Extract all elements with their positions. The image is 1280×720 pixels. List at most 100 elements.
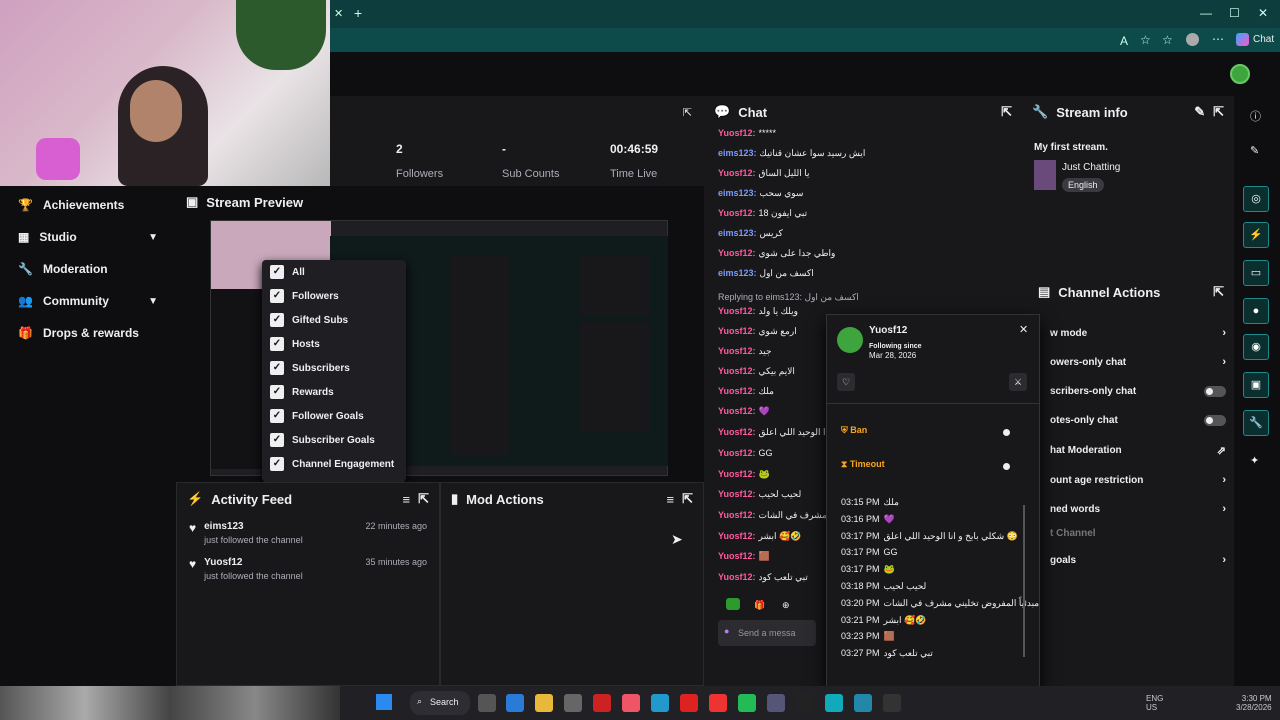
popout-icon[interactable]: ⇱ [1001,104,1012,120]
edit-icon[interactable]: ✎ [1194,104,1205,120]
action-emotes-only[interactable]: otes-only chat [1050,415,1226,426]
filter-option-subscriber-goals[interactable]: ✓ Subscriber Goals [262,428,406,452]
popout-icon[interactable]: ⇱ [1213,284,1224,300]
chat-username[interactable]: Yuosf12: [718,551,756,561]
sidebar-item-moderation[interactable]: 🔧 Moderation [0,254,176,284]
globe-icon[interactable]: ⊕ [782,600,790,611]
read-aloud-icon[interactable]: A [1120,34,1128,48]
lightning-icon[interactable]: ⚡ [1243,222,1269,248]
chat-username[interactable]: eims123: [718,148,757,158]
whatsapp-icon[interactable] [738,694,756,712]
toggle-switch[interactable] [1204,386,1226,397]
popout-icon[interactable]: ⇱ [683,106,692,119]
info-icon[interactable]: ⓘ [1250,108,1261,124]
chat-username[interactable]: Yuosf12: [718,489,756,499]
tag-badge[interactable]: English [1062,178,1104,192]
chat-username[interactable]: Yuosf12: [718,427,756,437]
filter-option-rewards[interactable]: ✓ Rewards [262,380,406,404]
scrollbar[interactable] [1023,505,1025,657]
mic-icon[interactable]: ● [724,626,729,636]
folder-icon[interactable] [535,694,553,712]
close-tab-icon[interactable]: ✕ [334,7,343,20]
sidebar-item-community[interactable]: 👥 Community ▼ [0,286,176,316]
mod-button[interactable]: ⚔ [1009,373,1027,391]
avatar[interactable] [1230,64,1250,84]
chat-username[interactable]: Yuosf12: [718,406,756,416]
action-banned-words[interactable]: ned words › [1050,503,1226,515]
app-icon[interactable] [622,694,640,712]
chat-username[interactable]: eims123: [718,188,757,198]
camera-icon[interactable]: ▣ [1243,372,1269,398]
checkbox-checked-icon[interactable]: ✓ [270,433,284,447]
popout-icon[interactable]: ⇱ [418,491,429,507]
app-icon[interactable] [680,694,698,712]
action-goals[interactable]: goals › [1050,554,1226,566]
chat-username[interactable]: Yuosf12: [718,448,756,458]
chat-input[interactable]: ● Send a messa [718,620,816,646]
filter-option-channel-engagement[interactable]: ✓ Channel Engagement [262,452,406,476]
chat-username[interactable]: Yuosf12: [718,306,756,316]
filter-option-all[interactable]: ✓ All [262,260,406,284]
app-icon[interactable] [767,694,785,712]
chat-username[interactable]: Yuosf12: [718,469,756,479]
minimize-button[interactable]: — [1200,6,1212,20]
chat-username[interactable]: Yuosf12: [718,208,756,218]
action-subscribers-only[interactable]: scribers-only chat [1050,386,1226,397]
checkbox-checked-icon[interactable]: ✓ [270,289,284,303]
store-icon[interactable] [564,694,582,712]
chat-username[interactable]: Yuosf12: [718,168,756,178]
chat-username[interactable]: Yuosf12: [718,531,756,541]
chat-username[interactable]: Yuosf12: [718,128,756,138]
target-icon[interactable]: ◎ [1243,186,1269,212]
chat-username[interactable]: eims123: [718,268,757,278]
edge-icon[interactable] [825,694,843,712]
more-menu-icon[interactable]: ⋯ [1212,32,1224,46]
chat-username[interactable]: Yuosf12: [718,572,756,582]
action-slow-mode[interactable]: w mode › [1050,327,1226,339]
taskbar-search[interactable]: ⌕ Search [410,691,470,715]
chat-icon[interactable]: ● [1243,298,1269,324]
app-icon[interactable] [506,694,524,712]
filter-option-gifted-subs[interactable]: ✓ Gifted Subs [262,308,406,332]
youtube-icon[interactable] [709,694,727,712]
checkbox-checked-icon[interactable]: ✓ [270,409,284,423]
profile-icon[interactable] [1186,33,1199,46]
windows-start-icon[interactable] [376,694,392,710]
wrench-icon[interactable]: 🔧 [1243,410,1269,436]
close-icon[interactable]: ✕ [1019,323,1028,336]
app-icon[interactable] [593,694,611,712]
close-window-button[interactable]: ✕ [1258,6,1268,20]
checkbox-checked-icon[interactable]: ✓ [270,337,284,351]
action-chat-moderation[interactable]: hat Moderation ⇗ [1050,444,1226,457]
new-tab-button[interactable]: + [354,5,362,21]
action-edit-channel[interactable]: t Channel [1050,528,1226,539]
checkbox-checked-icon[interactable]: ✓ [270,385,284,399]
popout-icon[interactable]: ⇱ [1213,104,1224,120]
favorites-icon[interactable]: ☆ [1162,33,1173,47]
task-view-icon[interactable] [478,694,496,712]
favorite-star-icon[interactable]: ☆ [1140,33,1151,47]
edit-icon[interactable]: ✎ [1250,144,1259,157]
category-name[interactable]: Just Chatting [1062,162,1120,173]
filter-option-hosts[interactable]: ✓ Hosts [262,332,406,356]
popout-icon[interactable]: ⇱ [682,491,693,507]
filter-option-followers[interactable]: ✓ Followers [262,284,406,308]
chat-username[interactable]: Yuosf12: [718,248,756,258]
filter-icon[interactable]: ≡ [403,492,411,507]
broadcast-icon[interactable]: ◉ [1243,334,1269,360]
filter-option-follower-goals[interactable]: ✓ Follower Goals [262,404,406,428]
x-icon[interactable] [796,694,814,712]
sparkle-icon[interactable]: ✦ [1250,454,1259,467]
gift-icon[interactable]: 🎁 [754,600,765,611]
checkbox-checked-icon[interactable]: ✓ [270,265,284,279]
chat-username[interactable]: Yuosf12: [718,366,756,376]
filter-icon[interactable]: ≡ [667,492,675,507]
clipboard-icon[interactable]: ▭ [1243,260,1269,286]
language-indicator[interactable]: ENG US [1146,694,1163,712]
action-age-restriction[interactable]: ount age restriction › [1050,474,1226,486]
clock[interactable]: 3:30 PM 3/28/2026 [1236,694,1272,712]
checkbox-checked-icon[interactable]: ✓ [270,361,284,375]
sidebar-item-studio[interactable]: ▦ Studio ▼ [0,222,176,252]
user-name[interactable]: Yuosf12 [869,325,907,336]
chat-username[interactable]: Yuosf12: [718,510,756,520]
